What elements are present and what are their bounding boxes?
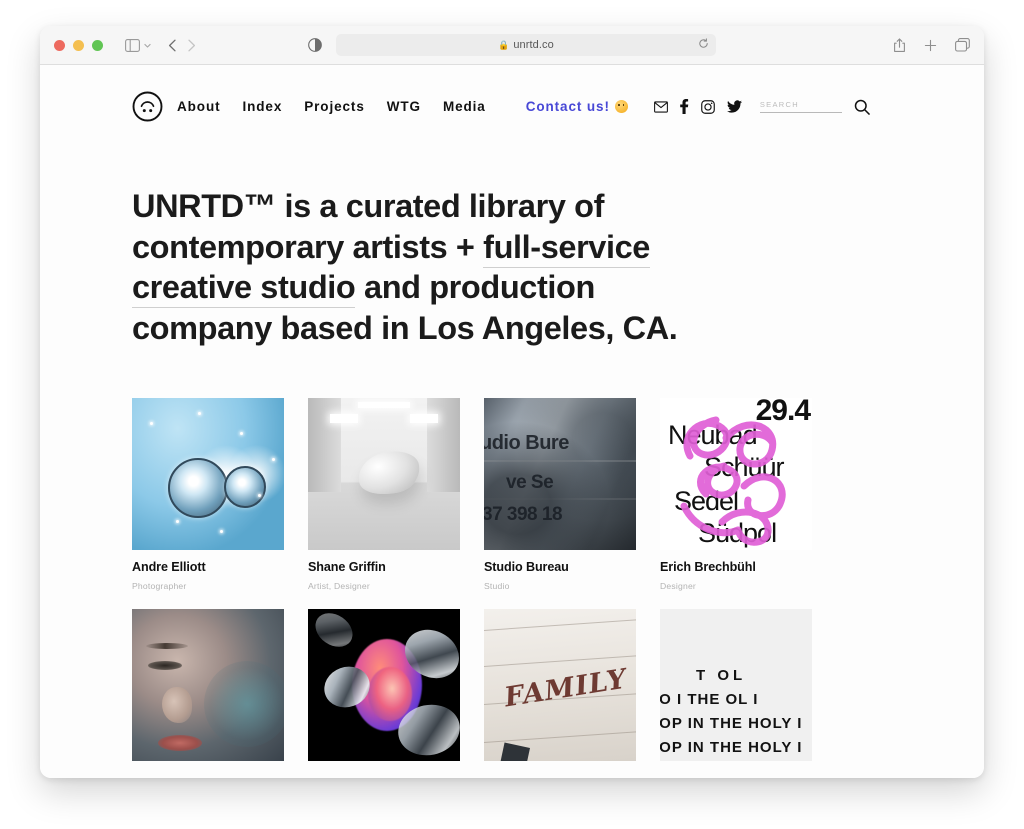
typo-text-1: T OL (696, 667, 747, 684)
nav-links: About Index Projects WTG Media (177, 99, 486, 114)
poster-text-1: Neubad (668, 420, 758, 450)
search-group (759, 99, 870, 115)
card-thumbnail-pink-script-poster[interactable]: 29.4 Neubad Schüür Sedel Südpol (660, 398, 812, 550)
smiling-face-emoji-icon (614, 99, 628, 114)
tabs-overview-icon[interactable] (955, 38, 970, 52)
nav-item-index[interactable]: Index (242, 99, 282, 114)
nav-item-projects[interactable]: Projects (304, 99, 364, 114)
artist-card[interactable]: 29.4 Neubad Schüür Sedel Südpol Erich Br… (660, 398, 812, 591)
lock-icon: 🔒 (498, 39, 510, 50)
viewport-bottom-edge (40, 773, 984, 778)
page-title: UNRTD™ is a curated library of contempor… (132, 186, 722, 348)
search-input[interactable] (759, 100, 842, 113)
artist-card[interactable]: FAMILY (484, 609, 636, 771)
site-navigation: About Index Projects WTG Media Contact u… (40, 65, 984, 122)
back-arrow-icon[interactable] (168, 39, 177, 52)
chevron-down-icon[interactable] (143, 41, 152, 50)
sidebar-controls (125, 38, 152, 52)
reload-icon[interactable] (698, 36, 709, 54)
card-title: Andre Elliott (132, 560, 206, 574)
denim-text-2: ve Se (506, 472, 554, 493)
page-viewport: About Index Projects WTG Media Contact u… (40, 65, 984, 778)
social-links (653, 99, 742, 114)
contact-us-label: Contact us! (525, 99, 610, 114)
card-thumbnail-portrait-photo[interactable] (132, 609, 284, 761)
nav-item-about[interactable]: About (177, 99, 220, 114)
denim-text-3: 37 398 18 (484, 504, 563, 525)
close-button[interactable] (54, 39, 65, 51)
card-subtitle: Artist, Designer (308, 581, 370, 591)
twitter-icon[interactable] (726, 100, 742, 113)
nav-item-media[interactable]: Media (443, 99, 486, 114)
navigation-arrows (168, 39, 196, 52)
card-thumbnail-denim-jacket-typography[interactable]: udio Bure ve Se 37 398 18 (484, 398, 636, 550)
card-subtitle: Designer (660, 581, 696, 591)
maximize-button[interactable] (92, 39, 103, 51)
artist-card[interactable] (308, 609, 460, 771)
card-thumbnail-car-headlight-photo[interactable] (132, 398, 284, 550)
artist-card[interactable]: Shane Griffin Artist, Designer (308, 398, 460, 591)
poster-text-3: Sedel (674, 486, 739, 516)
typo-text-4: IOP IN THE HOLY I (660, 739, 803, 756)
card-thumbnail-glossy-3d-render[interactable] (308, 609, 460, 761)
card-thumbnail-family-wall-photo[interactable]: FAMILY (484, 609, 636, 761)
artist-card-grid: Andre Elliott Photographer Shane Griffin… (132, 398, 892, 771)
poster-text-2: Schüür (704, 452, 785, 482)
instagram-icon[interactable] (701, 99, 715, 114)
poster-text-date: 29.4 (755, 398, 811, 427)
poster-text-4: Südpol (698, 518, 777, 548)
url-text: unrtd.co (513, 39, 554, 51)
artist-card[interactable]: udio Bure ve Se 37 398 18 Studio Bureau … (484, 398, 636, 591)
card-thumbnail-sneaker-gallery-render[interactable] (308, 398, 460, 550)
minimize-button[interactable] (73, 39, 84, 51)
facebook-icon[interactable] (680, 99, 689, 114)
artist-card[interactable]: Andre Elliott Photographer (132, 398, 284, 591)
reader-view-icon[interactable] (308, 38, 322, 52)
typo-text-3: IOP IN THE HOLY I (660, 715, 803, 732)
address-bar[interactable]: 🔒 unrtd.co (336, 34, 716, 56)
forward-arrow-icon (187, 39, 196, 52)
unrtd-face-logo-icon[interactable] (132, 91, 163, 122)
typo-text-2: IO I THE OL I (660, 691, 759, 708)
browser-toolbar: 🔒 unrtd.co (40, 26, 984, 65)
card-subtitle: Studio (484, 581, 510, 591)
card-title: Erich Brechbühl (660, 560, 756, 574)
browser-window: 🔒 unrtd.co About Index Projects WTG Medi… (40, 26, 984, 778)
denim-text-1: udio Bure (484, 432, 569, 454)
card-thumbnail-holy-typography-poster[interactable]: T OL IO I THE OL I IOP IN THE HOLY I IOP… (660, 609, 812, 761)
search-icon[interactable] (854, 99, 870, 115)
toolbar-right-controls (893, 37, 970, 53)
share-icon[interactable] (893, 37, 906, 53)
sidebar-toggle-icon[interactable] (125, 38, 140, 52)
artist-card[interactable]: T OL IO I THE OL I IOP IN THE HOLY I IOP… (660, 609, 812, 771)
card-title: Shane Griffin (308, 560, 386, 574)
card-title: Studio Bureau (484, 560, 569, 574)
artist-card[interactable] (132, 609, 284, 771)
contact-us-link[interactable]: Contact us! (526, 99, 628, 114)
card-subtitle: Photographer (132, 581, 187, 591)
nav-item-wtg[interactable]: WTG (387, 99, 421, 114)
email-icon[interactable] (653, 100, 668, 114)
plus-icon[interactable] (924, 39, 937, 52)
window-controls (54, 39, 103, 51)
